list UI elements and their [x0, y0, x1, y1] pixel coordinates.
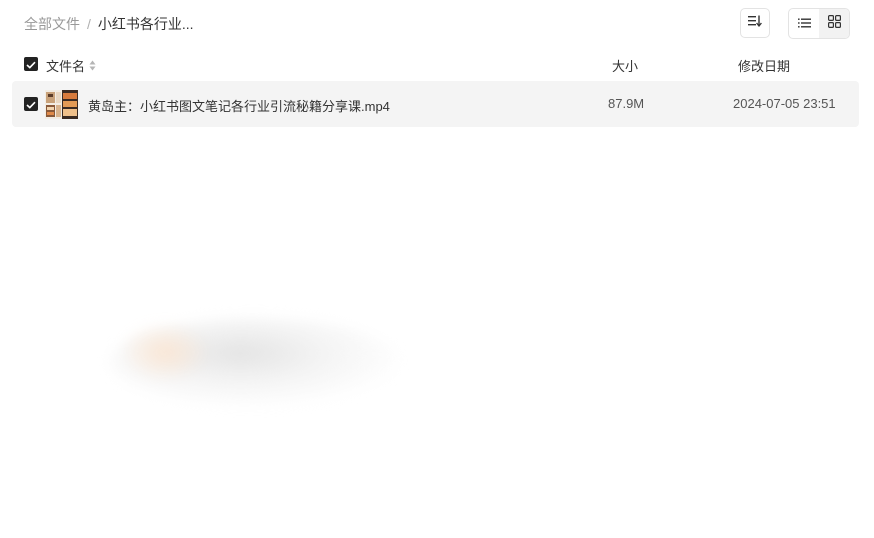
file-modified-date: 2024-07-05 23:51 — [733, 96, 836, 111]
breadcrumb: 全部文件 / 小红书各行业... — [24, 14, 194, 34]
table-row[interactable]: 黄岛主：小红书图文笔记各行业引流秘籍分享课.mp4 87.9M 2024-07-… — [12, 81, 859, 127]
breadcrumb-current: 小红书各行业... — [97, 16, 194, 32]
sort-button[interactable] — [740, 8, 770, 38]
checkmark-icon — [26, 97, 36, 112]
view-toggle — [788, 8, 850, 39]
file-browser: 全部文件 / 小红书各行业... 文件名 大小 修改日期 黄岛主：小红书图文笔记… — [0, 0, 874, 538]
checkmark-icon — [26, 57, 36, 72]
breadcrumb-separator: / — [87, 16, 91, 32]
column-header-name-label: 文件名 — [46, 59, 86, 74]
file-name[interactable]: 黄岛主：小红书图文笔记各行业引流秘籍分享课.mp4 — [88, 96, 390, 115]
column-header-size[interactable]: 大小 — [612, 56, 638, 75]
grid-view-button[interactable] — [819, 9, 849, 38]
breadcrumb-root-link[interactable]: 全部文件 — [24, 14, 80, 34]
grid-view-icon — [827, 14, 841, 33]
sort-list-icon — [748, 14, 762, 32]
table-header: 文件名 大小 修改日期 — [0, 52, 874, 76]
column-header-name[interactable]: 文件名 — [46, 56, 96, 75]
list-view-button[interactable] — [789, 9, 819, 38]
column-header-modified[interactable]: 修改日期 — [738, 56, 790, 75]
loading-placeholder-accent — [120, 322, 210, 382]
row-checkbox[interactable] — [24, 97, 38, 111]
select-all-checkbox[interactable] — [24, 57, 38, 71]
list-view-icon — [797, 15, 811, 33]
video-thumbnail-icon — [45, 90, 78, 119]
file-size: 87.9M — [608, 96, 645, 111]
sort-caret-icon — [89, 60, 96, 72]
